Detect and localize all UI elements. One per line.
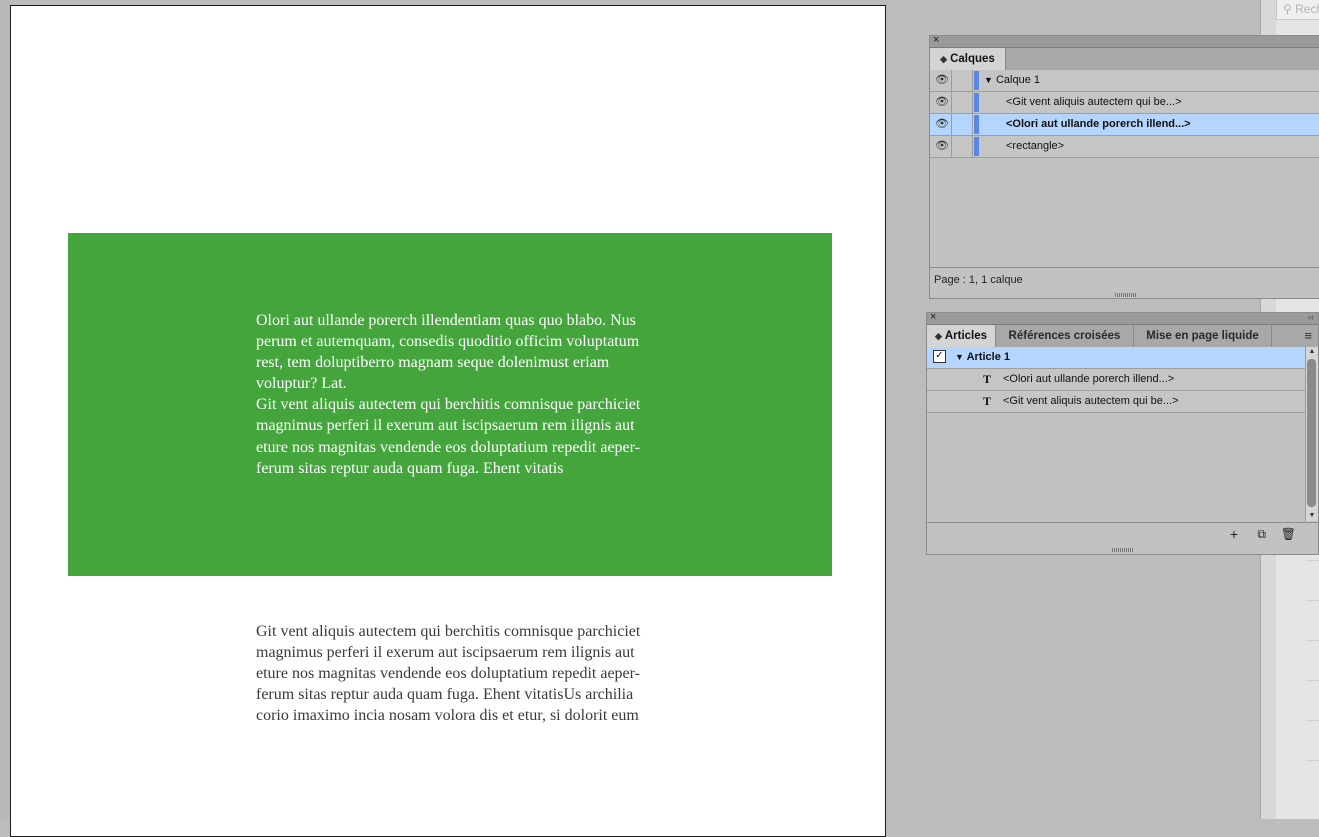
layers-status: Page : 1, 1 calque bbox=[930, 267, 1319, 292]
lock-toggle[interactable] bbox=[952, 92, 973, 113]
lock-toggle[interactable] bbox=[952, 136, 973, 157]
scrollbar[interactable]: ▲ ▼ bbox=[1305, 347, 1318, 521]
article-name: Article 1 bbox=[966, 351, 1010, 363]
dock-line bbox=[1306, 760, 1319, 761]
scroll-down-icon[interactable]: ▼ bbox=[1306, 511, 1318, 521]
sort-arrows-icon: ◆ bbox=[934, 331, 942, 341]
text-frame-icon: T bbox=[983, 394, 992, 408]
dock-line bbox=[1306, 680, 1319, 681]
article-row[interactable]: ✓ ▼ Article 1 bbox=[927, 347, 1305, 369]
lock-toggle[interactable] bbox=[952, 114, 973, 135]
triangle-down-icon[interactable]: ▼ bbox=[955, 352, 964, 362]
close-icon[interactable]: × bbox=[930, 311, 936, 323]
tab-mise-en-page-liquide[interactable]: Mise en page liquide bbox=[1134, 325, 1272, 347]
document-page[interactable]: Olori aut ullande porerch illendentiam q… bbox=[10, 5, 886, 837]
layer-row-selected[interactable]: 👁 <Olori aut ullande porerch illend...> bbox=[930, 114, 1319, 136]
layer-row[interactable]: 👁 <Git vent aliquis autectem qui be...> bbox=[930, 92, 1319, 114]
tab-label: Articles bbox=[944, 330, 988, 342]
text-frame-icon: T bbox=[983, 372, 992, 386]
tab-label: Calques bbox=[950, 53, 995, 65]
layer-name: <Git vent aliquis autectem qui be...> bbox=[1006, 96, 1182, 108]
dock-line bbox=[1306, 640, 1319, 641]
eye-icon[interactable]: 👁 bbox=[933, 114, 952, 135]
layer-label: ▼ Calque 1 bbox=[984, 70, 1040, 91]
tab-label: Mise en page liquide bbox=[1146, 330, 1259, 342]
dock-line bbox=[1306, 720, 1319, 721]
layer-color-swatch bbox=[974, 137, 979, 156]
new-article-icon[interactable]: ⧉ bbox=[1257, 526, 1266, 542]
collapse-icon[interactable]: ‹‹ bbox=[1308, 311, 1314, 323]
article-item[interactable]: T <Olori aut ullande porerch illend...> bbox=[927, 369, 1305, 391]
scroll-up-icon[interactable]: ▲ bbox=[1306, 347, 1318, 357]
tab-calques[interactable]: ◆ Calques bbox=[930, 48, 1006, 70]
layer-color-swatch bbox=[974, 71, 979, 90]
eye-icon[interactable]: 👁 bbox=[933, 92, 952, 113]
search-icon: ⚲ bbox=[1283, 2, 1292, 16]
article-item-label: <Git vent aliquis autectem qui be...> bbox=[1003, 395, 1179, 407]
tab-articles[interactable]: ◆ Articles bbox=[927, 325, 996, 347]
layers-panel: × ◆ Calques 👁 ▼ Calque 1 👁 <Git vent aliq… bbox=[929, 34, 1319, 299]
layer-name: <rectangle> bbox=[1006, 140, 1065, 152]
lock-toggle[interactable] bbox=[952, 70, 973, 91]
panel-titlebar[interactable]: × ‹‹ bbox=[927, 311, 1318, 325]
layers-tabbar: ◆ Calques bbox=[930, 48, 1319, 71]
tab-label: Références croisées bbox=[1008, 330, 1121, 342]
checkbox[interactable]: ✓ bbox=[933, 350, 946, 363]
article-label: ▼ Article 1 bbox=[955, 347, 1010, 368]
layer-row[interactable]: 👁 <rectangle> bbox=[930, 136, 1319, 158]
layer-color-swatch bbox=[974, 115, 979, 134]
layer-name: <Olori aut ullande porerch illend...> bbox=[1006, 118, 1191, 130]
eye-icon[interactable]: 👁 bbox=[933, 136, 952, 157]
text-frame-below[interactable]: Git vent aliquis autectem qui berchitis … bbox=[256, 621, 696, 726]
panel-titlebar[interactable]: × bbox=[930, 34, 1319, 48]
layer-row[interactable]: 👁 ▼ Calque 1 bbox=[930, 70, 1319, 92]
scroll-thumb[interactable] bbox=[1307, 359, 1316, 507]
panel-menu-icon[interactable]: ≡ bbox=[1304, 325, 1312, 347]
add-icon[interactable]: + bbox=[1230, 526, 1238, 542]
resize-grip[interactable] bbox=[1111, 548, 1134, 552]
articles-list: ✓ ▼ Article 1 T <Olori aut ullande porer… bbox=[927, 347, 1305, 521]
pasteboard-left bbox=[0, 0, 10, 819]
resize-grip[interactable] bbox=[1115, 293, 1137, 297]
layers-list: 👁 ▼ Calque 1 👁 <Git vent aliquis autecte… bbox=[930, 70, 1319, 266]
sort-arrows-icon: ◆ bbox=[940, 54, 948, 64]
article-item-label: <Olori aut ullande porerch illend...> bbox=[1003, 373, 1175, 385]
articles-tabbar: ◆ Articles Références croisées Mise en pa… bbox=[927, 325, 1318, 348]
status-text: Page : 1, 1 calque bbox=[934, 274, 1023, 286]
text-frame-green[interactable]: Olori aut ullande porerch illendentiam q… bbox=[256, 310, 696, 479]
article-item[interactable]: T <Git vent aliquis autectem qui be...> bbox=[927, 391, 1305, 413]
trash-icon[interactable]: 🗑 bbox=[1281, 526, 1296, 542]
dock-line bbox=[1306, 600, 1319, 601]
search-field[interactable]: ⚲ Reche bbox=[1276, 0, 1319, 20]
close-icon[interactable]: × bbox=[933, 34, 939, 46]
tab-references-croisees[interactable]: Références croisées bbox=[996, 325, 1134, 347]
search-placeholder: Reche bbox=[1295, 2, 1319, 16]
eye-icon[interactable]: 👁 bbox=[933, 70, 952, 91]
articles-footer: + ⧉ 🗑 bbox=[927, 522, 1318, 545]
layer-name: Calque 1 bbox=[995, 74, 1041, 86]
layer-color-swatch bbox=[974, 93, 979, 112]
triangle-down-icon[interactable]: ▼ bbox=[984, 75, 993, 85]
articles-panel: × ‹‹ ◆ Articles Références croisées Mise … bbox=[926, 311, 1319, 555]
dock-line bbox=[1306, 560, 1319, 561]
